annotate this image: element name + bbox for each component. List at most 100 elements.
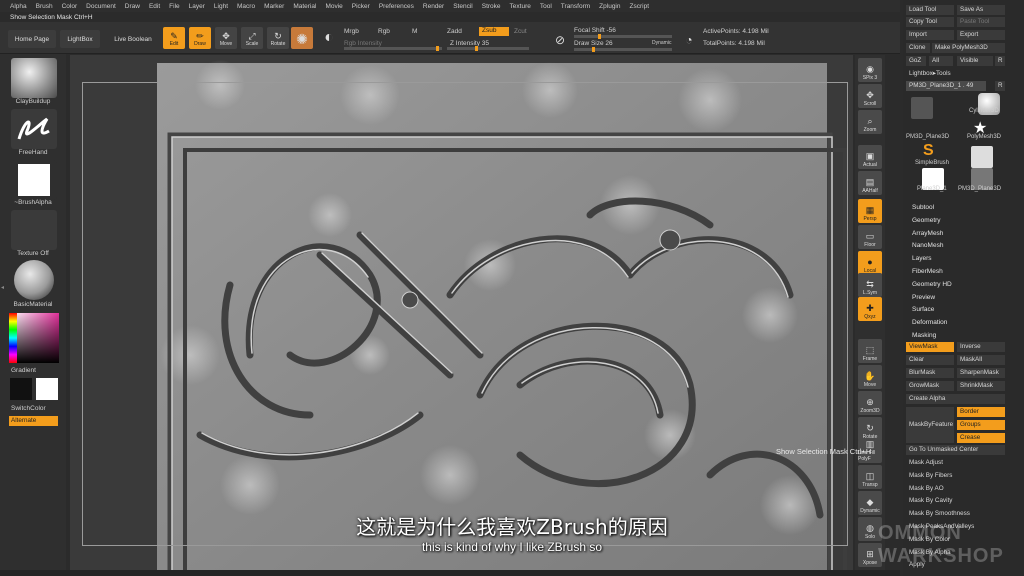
- all-button[interactable]: All: [929, 56, 953, 66]
- secondary-color[interactable]: [36, 378, 58, 400]
- dynamic-toggle[interactable]: Dynamic: [652, 40, 671, 46]
- go-to-unmasked-button[interactable]: Go To Unmasked Center: [906, 445, 1005, 455]
- r-button[interactable]: R: [995, 56, 1005, 66]
- mask-item-mask-by-ao[interactable]: Mask By AO: [906, 484, 1005, 494]
- frame-button[interactable]: ⬚ Frame: [858, 339, 882, 363]
- subpalette-deformation[interactable]: Deformation: [912, 319, 947, 326]
- zoom3d-button[interactable]: ⊕ Zoom3D: [858, 391, 882, 415]
- zoom-button[interactable]: ⌕ Zoom: [858, 110, 882, 134]
- menu-item-alpha[interactable]: Alpha: [10, 3, 27, 10]
- hue-strip[interactable]: [9, 313, 17, 363]
- menu-item-zplugin[interactable]: Zplugin: [599, 3, 620, 10]
- menu-item-transform[interactable]: Transform: [561, 3, 590, 10]
- menu-item-document[interactable]: Document: [86, 3, 116, 10]
- rgb-intensity-slider[interactable]: [344, 46, 442, 51]
- mrgb-toggle[interactable]: Mrgb: [344, 28, 359, 35]
- sharpen-mask-button[interactable]: SharpenMask: [957, 368, 1005, 378]
- menu-item-color[interactable]: Color: [62, 3, 78, 10]
- lightbox-tools-button[interactable]: Lightbox▸Tools: [906, 69, 1005, 79]
- transp-button[interactable]: ◫ Transp: [858, 465, 882, 489]
- menu-item-draw[interactable]: Draw: [125, 3, 140, 10]
- sphere-button[interactable]: ◐: [318, 27, 340, 49]
- focal-shift-slider[interactable]: [574, 34, 672, 39]
- home-page-button[interactable]: Home Page: [8, 30, 56, 48]
- persp-button[interactable]: ▦ Persp: [858, 199, 882, 223]
- menu-item-brush[interactable]: Brush: [36, 3, 53, 10]
- mask-by-feature-button[interactable]: MaskByFeature: [906, 407, 954, 443]
- scale-button[interactable]: ⤢ Scale: [241, 27, 263, 49]
- save-as-button[interactable]: Save As: [957, 5, 1005, 15]
- current-tool-slider[interactable]: PM3D_Plane3D_1 . 49: [906, 81, 986, 91]
- live-boolean-button[interactable]: Live Boolean: [108, 30, 158, 48]
- brush-thumbnail[interactable]: [11, 58, 57, 98]
- subpalette-arraymesh[interactable]: ArrayMesh: [912, 230, 943, 237]
- subpalette-nanomesh[interactable]: NanoMesh: [912, 242, 943, 249]
- zadd-toggle[interactable]: Zadd: [447, 28, 462, 35]
- m-toggle[interactable]: M: [412, 28, 417, 35]
- clone-button[interactable]: Clone: [906, 43, 930, 53]
- border-toggle[interactable]: Border: [957, 407, 1005, 417]
- menu-item-preferences[interactable]: Preferences: [379, 3, 414, 10]
- visible-button[interactable]: Visible: [957, 56, 993, 66]
- r-button-2[interactable]: R: [995, 81, 1005, 91]
- menu-item-macro[interactable]: Macro: [237, 3, 255, 10]
- subpalette-masking[interactable]: Masking: [912, 332, 936, 339]
- paste-tool-button[interactable]: Paste Tool: [957, 17, 1005, 27]
- rgb-toggle[interactable]: Rgb: [378, 28, 390, 35]
- lsym-button[interactable]: ⇆ L.Sym: [858, 273, 882, 297]
- menu-item-movie[interactable]: Movie: [325, 3, 342, 10]
- alternate-button[interactable]: Alternate: [9, 416, 58, 426]
- switch-color-button[interactable]: SwitchColor: [0, 405, 66, 412]
- menu-item-marker[interactable]: Marker: [264, 3, 284, 10]
- menu-item-stroke[interactable]: Stroke: [482, 3, 501, 10]
- menu-item-render[interactable]: Render: [423, 3, 444, 10]
- scroll-button[interactable]: ✥ Scroll: [858, 84, 882, 108]
- draw-size-slider[interactable]: [574, 47, 672, 52]
- draw-button[interactable]: ✏ Draw: [189, 27, 211, 49]
- menu-item-stencil[interactable]: Stencil: [453, 3, 473, 10]
- menu-item-material[interactable]: Material: [293, 3, 316, 10]
- tool-thumb-pm3d-plane[interactable]: [911, 97, 933, 119]
- gizmo-button[interactable]: ✺: [291, 27, 313, 49]
- copy-tool-button[interactable]: Copy Tool: [906, 17, 954, 27]
- viewport-canvas[interactable]: [70, 55, 853, 570]
- load-tool-button[interactable]: Load Tool: [906, 5, 954, 15]
- blur-mask-button[interactable]: BlurMask: [906, 368, 954, 378]
- menu-item-picker[interactable]: Picker: [352, 3, 370, 10]
- edit-button[interactable]: ✎ Edit: [163, 27, 185, 49]
- tool-thumb-plane[interactable]: [971, 146, 993, 168]
- simplebrush-s-icon[interactable]: S: [923, 142, 934, 160]
- subpalette-surface[interactable]: Surface: [912, 306, 934, 313]
- make-polymesh-button[interactable]: Make PolyMesh3D: [932, 43, 1005, 53]
- actual-button[interactable]: ▣ Actual: [858, 145, 882, 169]
- spix-button[interactable]: ◉ SPix 3: [858, 58, 882, 82]
- rotate-button[interactable]: ↻ Rotate: [267, 27, 289, 49]
- move-button[interactable]: ✋ Move: [858, 365, 882, 389]
- subpalette-subtool[interactable]: Subtool: [912, 204, 934, 211]
- goz-button[interactable]: GoZ: [906, 56, 926, 66]
- mask-item-mask-by-fibers[interactable]: Mask By Fibers: [906, 471, 1005, 481]
- menu-item-edit[interactable]: Edit: [149, 3, 160, 10]
- aahalf-button[interactable]: ▤ AAHalf: [858, 171, 882, 195]
- groups-toggle[interactable]: Groups: [957, 420, 1005, 430]
- menu-item-light[interactable]: Light: [214, 3, 228, 10]
- texture-thumbnail[interactable]: [11, 210, 57, 250]
- material-thumbnail[interactable]: [14, 260, 54, 300]
- menu-item-texture[interactable]: Texture: [510, 3, 531, 10]
- mask-item-mask-adjust[interactable]: Mask Adjust: [906, 458, 1005, 468]
- alpha-thumbnail[interactable]: [11, 160, 57, 200]
- subpalette-geometry[interactable]: Geometry: [912, 217, 941, 224]
- mask-item-mask-by-cavity[interactable]: Mask By Cavity: [906, 496, 1005, 506]
- stroke-thumbnail[interactable]: [11, 109, 57, 149]
- points-icon-button[interactable]: ◔: [680, 29, 698, 47]
- move-button[interactable]: ✥ Move: [215, 27, 237, 49]
- inverse-button[interactable]: Inverse: [957, 342, 1005, 352]
- subpalette-geometry-hd[interactable]: Geometry HD: [912, 281, 952, 288]
- crease-toggle[interactable]: Crease: [957, 433, 1005, 443]
- subpalette-layers[interactable]: Layers: [912, 255, 932, 262]
- expand-arrow-icon[interactable]: ◂: [1, 284, 4, 291]
- clear-mask-button[interactable]: Clear: [906, 355, 954, 365]
- menu-item-tool[interactable]: Tool: [540, 3, 552, 10]
- zsub-toggle[interactable]: Zsub: [479, 27, 509, 36]
- view-mask-button[interactable]: ViewMask: [906, 342, 954, 352]
